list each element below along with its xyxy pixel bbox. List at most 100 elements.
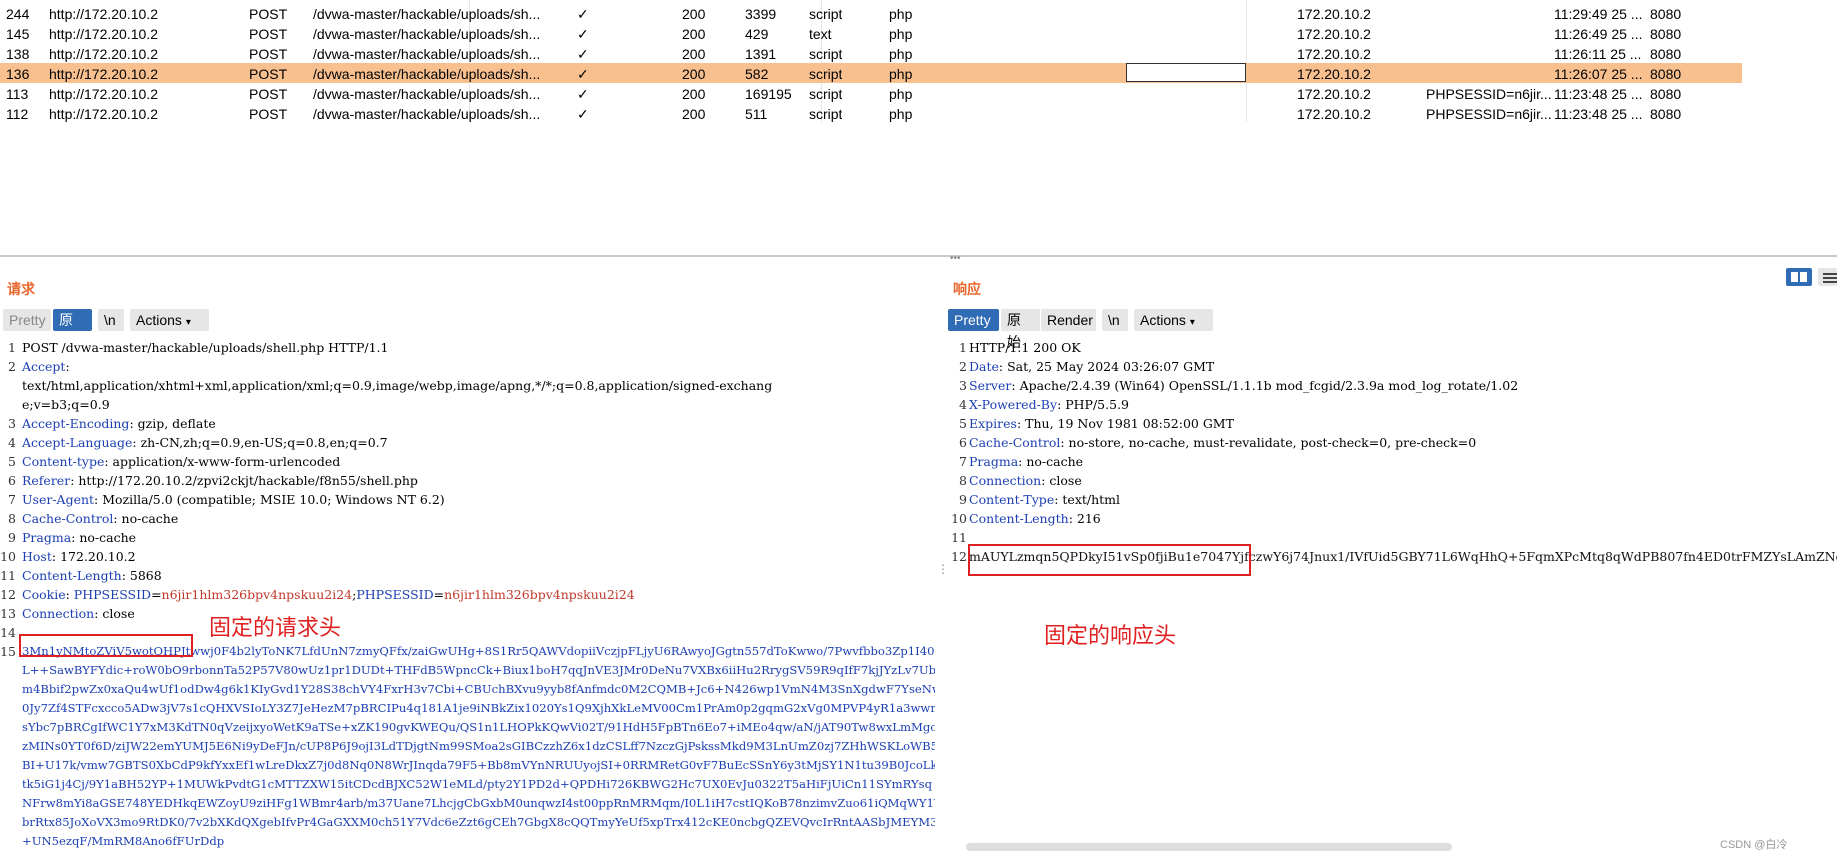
colon: : xyxy=(51,549,61,564)
header-line: Cookie: PHPSESSID=n6jir1hlm326bpv4npskuu… xyxy=(22,585,935,604)
header-value: no-cache xyxy=(121,511,179,526)
header-key: Cache-Control xyxy=(22,511,114,526)
header-key: Pragma xyxy=(969,454,1019,469)
row-host: http://172.20.10.2 xyxy=(49,6,158,22)
response-editor[interactable]: 1 2 3 4 5 6 7 8 9 10 11 12 HTTP/1.1 200 OK Date: Sat,… xyxy=(951,338,1837,848)
request-newline-toggle[interactable]: \n xyxy=(98,309,124,331)
response-render-tab[interactable]: Render xyxy=(1041,309,1096,331)
line-number: 6 xyxy=(959,435,967,450)
row-number: 138 xyxy=(6,46,30,62)
response-newline-toggle[interactable]: \n xyxy=(1102,309,1128,331)
line-number: 11 xyxy=(0,568,16,583)
header-value: Thu, 19 Nov 1981 08:52:00 GMT xyxy=(1025,416,1234,431)
row-params-check: ✓ xyxy=(577,46,589,62)
history-row[interactable]: 138 http://172.20.10.2 POST/dvwa-master/ha… xyxy=(0,43,1742,63)
request-editor[interactable]: 1 2 3 4 5 6 7 8 9 10 11 12 13 14 15 POST /dvwa-master/h… xyxy=(0,338,935,848)
cookie-value: n6jir1hlm326bpv4npskuu2i24 xyxy=(161,587,353,602)
row-time: 11:23:48 25 ... xyxy=(1554,106,1643,122)
row-number: 113 xyxy=(6,86,29,102)
line-number: 14 xyxy=(0,625,16,640)
request-actions-button[interactable]: Actions ▾ xyxy=(130,309,209,331)
header-value: no-store, no-cache, must-revalidate, pos… xyxy=(1068,435,1477,450)
history-row[interactable]: 113 http://172.20.10.2 POST/dvwa-master/ha… xyxy=(0,83,1742,103)
line-number: 4 xyxy=(959,397,967,412)
request-pretty-tab[interactable]: Pretty xyxy=(3,309,51,331)
row-port: 8080 xyxy=(1650,106,1682,122)
colon: : xyxy=(1016,416,1026,431)
header-line: e;v=b3;q=0.9 xyxy=(22,395,935,414)
header-value: no-cache xyxy=(1026,454,1084,469)
line-number: 8 xyxy=(8,511,16,526)
header-key: Cookie xyxy=(22,587,66,602)
header-value: gzip, deflate xyxy=(137,416,216,431)
row-length: 3399 xyxy=(745,6,777,22)
line-number: 2 xyxy=(8,359,16,374)
row-cookies: PHPSESSID=n6jir... xyxy=(1426,86,1552,102)
actions-label: Actions xyxy=(136,312,182,328)
header-line: Server: Apache/2.4.39 (Win64) OpenSSL/1.… xyxy=(969,376,1837,395)
row-method: POST xyxy=(249,106,288,122)
request-raw-tab[interactable]: 原始 xyxy=(53,309,92,350)
header-key: Accept xyxy=(22,359,66,374)
header-key: Content-Length xyxy=(22,568,122,583)
header-value: no-cache xyxy=(79,530,137,545)
chevron-down-icon: ▾ xyxy=(185,317,191,328)
row-url: /dvwa-master/hackable/uploads/sh... xyxy=(313,86,541,102)
history-row[interactable]: 145 http://172.20.10.2 POST/dvwa-master/ha… xyxy=(0,23,1742,43)
line-number: 11 xyxy=(951,530,967,545)
request-annotation: 固定的请求头 xyxy=(209,616,342,641)
history-row[interactable]: 244 http://172.20.10.2 POST/dvwa-master/ha… xyxy=(0,3,1742,23)
header-key: Host xyxy=(22,549,52,564)
header-line: POST /dvwa-master/hackable/uploads/shell… xyxy=(22,338,935,357)
header-value: http://172.20.10.2/zpvi2ckjt/hackable/f8… xyxy=(78,473,418,488)
drag-handle-icon[interactable]: ••• xyxy=(950,253,961,264)
header-line: Pragma: no-cache xyxy=(22,528,935,547)
header-key: Pragma xyxy=(22,530,72,545)
code-lines: POST /dvwa-master/hackable/uploads/shell… xyxy=(22,338,935,848)
history-row[interactable]: 136 http://172.20.10.2 POST/dvwa-master/ha… xyxy=(0,63,1742,83)
row-extension: php xyxy=(889,26,913,42)
pane-resize-icon[interactable]: ⋮ xyxy=(937,562,949,576)
header-value: 5868 xyxy=(129,568,162,583)
request-body: 3Mn1yNMtoZViV5wotQHPJtwwj0F4b2lyToNK7Lfd… xyxy=(22,644,935,848)
header-value: 172.20.10.2 xyxy=(60,549,136,564)
line-number: 5 xyxy=(959,416,967,431)
split-layout-icon[interactable] xyxy=(1786,268,1812,286)
row-params-check: ✓ xyxy=(577,66,589,82)
line-number-gutter: 1 2 3 4 5 6 7 8 9 10 11 12 xyxy=(951,338,967,566)
response-title: 响应 xyxy=(953,281,981,297)
row-method: POST xyxy=(249,26,288,42)
row-params-check: ✓ xyxy=(577,26,589,42)
header-value: Apache/2.4.39 (Win64) OpenSSL/1.1.1b mod… xyxy=(1019,378,1519,393)
row-time: 11:29:49 25 ... xyxy=(1554,6,1643,22)
row-mime: script xyxy=(809,106,843,122)
header-value: Mozilla/5.0 (compatible; MSIE 10.0; Wind… xyxy=(102,492,445,507)
row-url: /dvwa-master/hackable/uploads/sh... xyxy=(313,26,541,42)
header-key: X-Powered-By xyxy=(969,397,1058,412)
response-horizontal-scrollbar[interactable] xyxy=(966,843,1452,851)
response-actions-button[interactable]: Actions ▾ xyxy=(1134,309,1213,331)
proxy-history-table: 244 http://172.20.10.2 POST/dvwa-master/ha… xyxy=(0,0,1837,255)
row-status: 200 xyxy=(682,26,706,42)
header-line: X-Powered-By: PHP/5.5.9 xyxy=(969,395,1837,414)
line-number: 4 xyxy=(8,435,16,450)
actions-label: Actions xyxy=(1140,312,1186,328)
row-method: POST xyxy=(249,66,288,82)
header-line: Accept-Encoding: gzip, deflate xyxy=(22,414,935,433)
stacked-layout-icon[interactable] xyxy=(1818,268,1837,286)
row-extension: php xyxy=(889,106,913,122)
row-length: 1391 xyxy=(745,46,777,62)
response-raw-tab[interactable]: 原始 xyxy=(1001,309,1040,350)
code-lines: HTTP/1.1 200 OK Date: Sat, 25 May 2024 03… xyxy=(969,338,1837,566)
row-time: 11:26:49 25 ... xyxy=(1554,26,1643,42)
header-value: e;v=b3;q=0.9 xyxy=(22,397,110,412)
split-divider[interactable] xyxy=(0,255,1837,257)
header-value: close xyxy=(1049,473,1082,488)
colon: : xyxy=(1060,435,1069,450)
history-row[interactable]: 112 http://172.20.10.2 POST/dvwa-master/ha… xyxy=(0,103,1742,123)
line-number-gutter: 1 2 3 4 5 6 7 8 9 10 11 12 13 14 15 xyxy=(0,338,16,661)
comment-edit-field[interactable] xyxy=(1126,63,1246,82)
header-key: Referer xyxy=(22,473,71,488)
line-number: 12 xyxy=(951,549,967,564)
response-pretty-tab[interactable]: Pretty xyxy=(948,309,999,331)
